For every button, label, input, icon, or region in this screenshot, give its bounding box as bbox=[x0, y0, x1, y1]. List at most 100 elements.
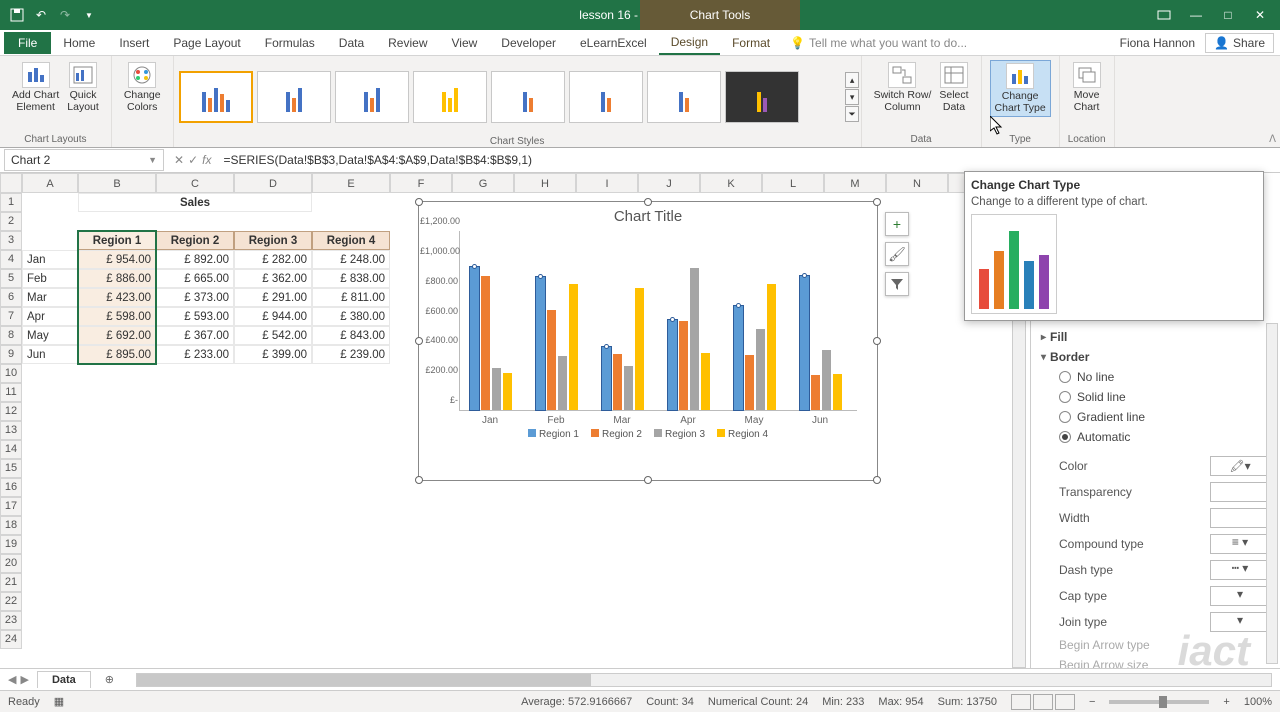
row-header[interactable]: 14 bbox=[0, 440, 22, 459]
cell[interactable]: Region 2 bbox=[156, 231, 234, 250]
zoom-out-icon[interactable]: − bbox=[1089, 696, 1095, 708]
chart-bar[interactable] bbox=[569, 284, 578, 410]
macro-record-icon[interactable]: ▦ bbox=[54, 695, 64, 708]
cell[interactable]: £ 373.00 bbox=[156, 288, 234, 307]
row-header[interactable]: 9 bbox=[0, 345, 22, 364]
cell[interactable]: £ 692.00 bbox=[78, 326, 156, 345]
collapse-ribbon-icon[interactable]: ᐱ bbox=[1269, 134, 1276, 145]
user-name[interactable]: Fiona Hannon bbox=[1120, 36, 1205, 50]
gallery-up-icon[interactable]: ▴ bbox=[845, 72, 859, 88]
chart-styles-button[interactable]: 🖌 bbox=[885, 242, 909, 266]
style-thumb-5[interactable] bbox=[491, 71, 565, 123]
sheet-tab-data[interactable]: Data bbox=[37, 671, 91, 688]
cell[interactable]: £ 282.00 bbox=[234, 250, 312, 269]
cell[interactable]: £ 367.00 bbox=[156, 326, 234, 345]
tell-me-input[interactable]: 💡Tell me what you want to do... bbox=[782, 36, 1120, 50]
tab-review[interactable]: Review bbox=[376, 32, 439, 54]
cap-dropdown[interactable]: ▾ bbox=[1210, 586, 1270, 606]
radio-gradient-line[interactable]: Gradient line bbox=[1041, 407, 1270, 427]
change-colors-button[interactable]: Change Colors bbox=[120, 60, 165, 115]
radio-solid-line[interactable]: Solid line bbox=[1041, 387, 1270, 407]
chart-bar[interactable] bbox=[690, 268, 699, 410]
row-header[interactable]: 10 bbox=[0, 364, 22, 383]
tab-developer[interactable]: Developer bbox=[489, 32, 568, 54]
name-box[interactable]: Chart 2▼ bbox=[4, 149, 164, 171]
row-header[interactable]: 16 bbox=[0, 478, 22, 497]
cell[interactable]: Region 4 bbox=[312, 231, 390, 250]
cell[interactable]: Jun bbox=[22, 345, 78, 364]
style-thumb-4[interactable] bbox=[413, 71, 487, 123]
legend-item[interactable]: Region 4 bbox=[717, 429, 768, 440]
cell[interactable]: £ 944.00 bbox=[234, 307, 312, 326]
move-chart-button[interactable]: Move Chart bbox=[1069, 60, 1105, 115]
chart-bar[interactable] bbox=[800, 276, 809, 410]
row-header[interactable]: 23 bbox=[0, 611, 22, 630]
cell[interactable]: £ 895.00 bbox=[78, 345, 156, 364]
share-button[interactable]: 👤Share bbox=[1205, 33, 1274, 53]
border-section[interactable]: Border bbox=[1041, 347, 1270, 367]
transparency-input[interactable] bbox=[1210, 482, 1270, 502]
cell[interactable]: Feb bbox=[22, 269, 78, 288]
fx-icon[interactable]: fx bbox=[202, 153, 211, 167]
cell[interactable]: £ 233.00 bbox=[156, 345, 234, 364]
legend-item[interactable]: Region 3 bbox=[654, 429, 705, 440]
select-all-corner[interactable] bbox=[0, 173, 22, 193]
row-header[interactable]: 15 bbox=[0, 459, 22, 478]
column-header[interactable]: G bbox=[452, 173, 514, 193]
row-header[interactable]: 12 bbox=[0, 402, 22, 421]
radio-automatic[interactable]: Automatic bbox=[1041, 427, 1270, 447]
row-header[interactable]: 21 bbox=[0, 573, 22, 592]
tab-insert[interactable]: Insert bbox=[107, 32, 161, 54]
horizontal-scrollbar[interactable] bbox=[136, 673, 1272, 687]
chart-bar[interactable] bbox=[734, 306, 743, 410]
chart-bar[interactable] bbox=[635, 288, 644, 410]
chart-bar[interactable] bbox=[602, 347, 611, 410]
cell[interactable]: £ 892.00 bbox=[156, 250, 234, 269]
style-thumb-8[interactable] bbox=[725, 71, 799, 123]
formula-bar[interactable]: =SERIES(Data!$B$3,Data!$A$4:$A$9,Data!$B… bbox=[217, 151, 1280, 169]
style-thumb-2[interactable] bbox=[257, 71, 331, 123]
cancel-formula-icon[interactable]: ✕ bbox=[174, 153, 184, 167]
radio-no-line[interactable]: No line bbox=[1041, 367, 1270, 387]
column-header[interactable]: K bbox=[700, 173, 762, 193]
tab-file[interactable]: File bbox=[4, 32, 51, 54]
normal-view-icon[interactable] bbox=[1011, 694, 1031, 710]
cell[interactable]: £ 665.00 bbox=[156, 269, 234, 288]
fill-section[interactable]: Fill bbox=[1041, 327, 1270, 347]
column-header[interactable]: B bbox=[78, 173, 156, 193]
legend-item[interactable]: Region 2 bbox=[591, 429, 642, 440]
new-sheet-button[interactable]: ⊕ bbox=[91, 671, 128, 688]
tab-formulas[interactable]: Formulas bbox=[253, 32, 327, 54]
tab-data[interactable]: Data bbox=[327, 32, 376, 54]
zoom-slider[interactable] bbox=[1109, 700, 1209, 704]
chart-bar[interactable] bbox=[756, 329, 765, 410]
accept-formula-icon[interactable]: ✓ bbox=[188, 153, 198, 167]
tab-view[interactable]: View bbox=[440, 32, 490, 54]
row-header[interactable]: 24 bbox=[0, 630, 22, 649]
chart-filters-button[interactable] bbox=[885, 272, 909, 296]
color-picker[interactable]: 🖍▾ bbox=[1210, 456, 1270, 476]
page-layout-view-icon[interactable] bbox=[1033, 694, 1053, 710]
style-thumb-6[interactable] bbox=[569, 71, 643, 123]
dash-dropdown[interactable]: ┅ ▾ bbox=[1210, 560, 1270, 580]
chart-bar[interactable] bbox=[503, 373, 512, 410]
spreadsheet-grid[interactable]: ABCDEFGHIJKLMNO 123456789101112131415161… bbox=[0, 173, 1030, 668]
chart-bar[interactable] bbox=[679, 321, 688, 410]
chart-bar[interactable] bbox=[624, 366, 633, 410]
join-dropdown[interactable]: ▾ bbox=[1210, 612, 1270, 632]
sheet-nav-prev-icon[interactable]: ◀ bbox=[8, 673, 16, 686]
cell[interactable]: £ 838.00 bbox=[312, 269, 390, 288]
zoom-level[interactable]: 100% bbox=[1244, 696, 1272, 708]
column-header[interactable]: E bbox=[312, 173, 390, 193]
cell[interactable]: £ 843.00 bbox=[312, 326, 390, 345]
cell[interactable]: £ 239.00 bbox=[312, 345, 390, 364]
cell[interactable]: Jan bbox=[22, 250, 78, 269]
row-header[interactable]: 17 bbox=[0, 497, 22, 516]
row-header[interactable]: 11 bbox=[0, 383, 22, 402]
row-header[interactable]: 3 bbox=[0, 231, 22, 250]
change-chart-type-button[interactable]: Change Chart Type bbox=[990, 60, 1051, 117]
column-header[interactable]: M bbox=[824, 173, 886, 193]
sheet-nav-next-icon[interactable]: ▶ bbox=[20, 673, 28, 686]
row-header[interactable]: 2 bbox=[0, 212, 22, 231]
cell[interactable]: May bbox=[22, 326, 78, 345]
